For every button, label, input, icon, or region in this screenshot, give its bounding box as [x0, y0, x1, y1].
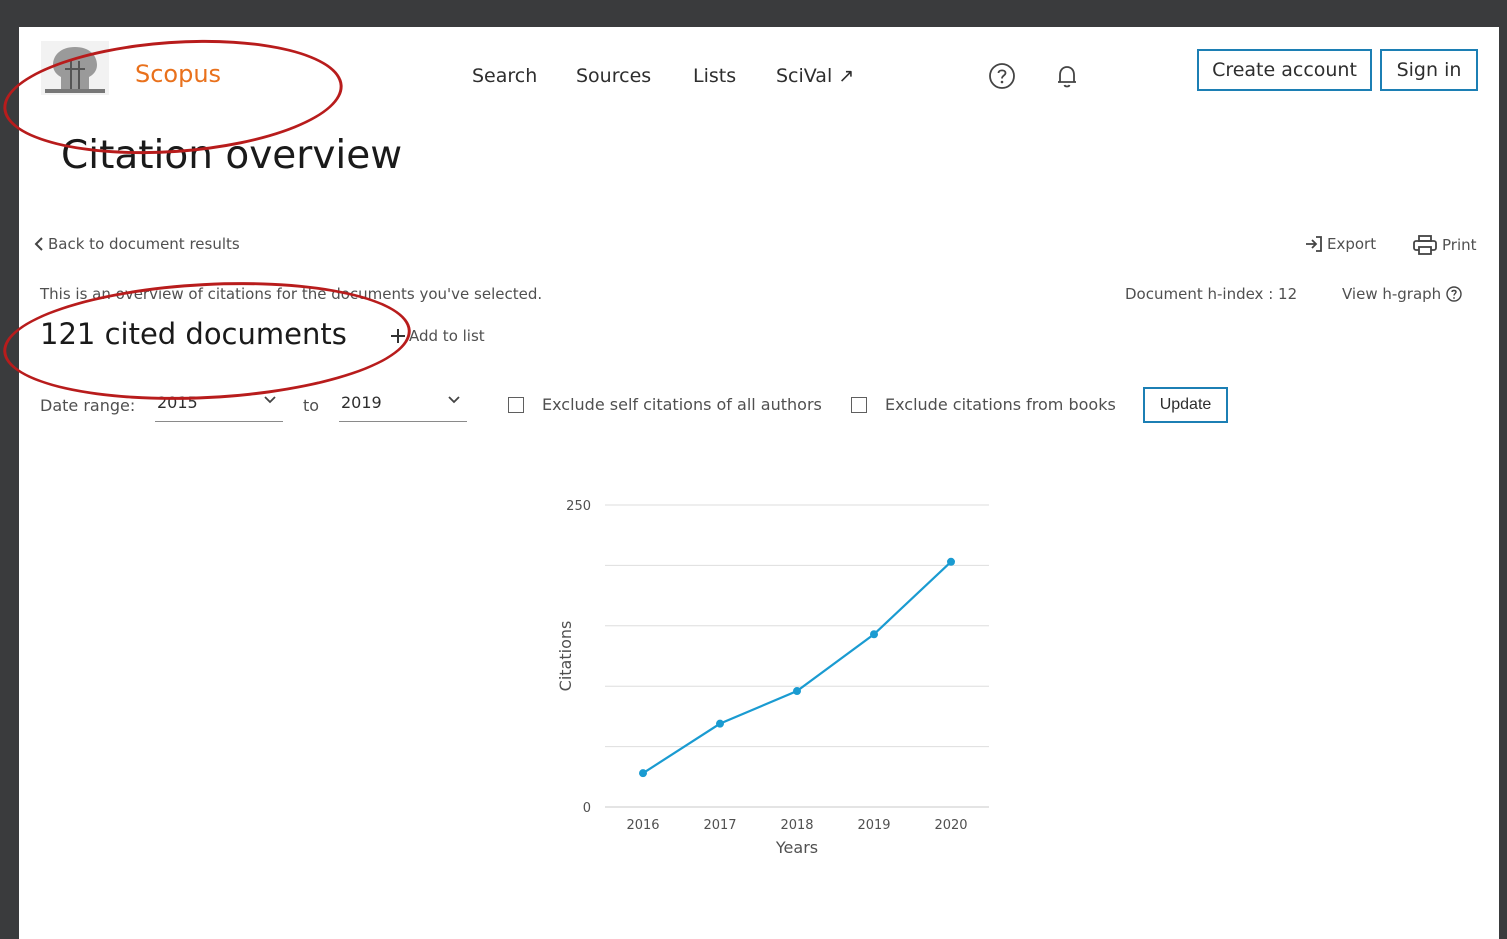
view-h-graph-link[interactable]: View h-graph: [1342, 285, 1463, 303]
create-account-button[interactable]: Create account: [1197, 49, 1372, 91]
page-frame: Scopus Search Sources Lists SciVal ↗ Cre…: [0, 27, 1499, 939]
document-h-index: Document h-index : 12: [1125, 285, 1298, 303]
bell-icon[interactable]: [1052, 61, 1082, 91]
data-point: [639, 769, 647, 778]
x-tick-label: 2018: [780, 818, 813, 833]
series-line: [642, 560, 952, 775]
date-to-value: 2019: [341, 393, 382, 412]
plus-icon: [391, 329, 405, 343]
date-from-select[interactable]: 2015: [155, 391, 283, 422]
exclude-books-label: Exclude citations from books: [885, 395, 1116, 414]
nav-search[interactable]: Search: [472, 65, 537, 87]
printer-icon: [1413, 235, 1437, 255]
y-tick-label: 250: [566, 499, 591, 514]
export-link[interactable]: Export: [1304, 235, 1376, 253]
scopus-brand[interactable]: Scopus: [135, 60, 221, 88]
exclude-self-citations-checkbox[interactable]: [508, 397, 524, 413]
x-tick-label: 2020: [934, 818, 967, 833]
back-link-label: Back to document results: [48, 235, 240, 253]
print-label: Print: [1442, 236, 1477, 254]
citations-chart: 0 250 2016 2017 2018 2019 2020 Years Citations: [556, 499, 989, 857]
export-label: Export: [1327, 235, 1377, 253]
x-axis-label: Years: [775, 838, 818, 857]
date-to-select[interactable]: 2019: [339, 391, 467, 422]
chevron-down-icon: [448, 396, 460, 404]
data-point: [870, 630, 878, 639]
update-button[interactable]: Update: [1143, 387, 1228, 423]
add-to-list-label: Add to list: [409, 327, 485, 345]
nav-scival[interactable]: SciVal ↗: [776, 65, 854, 87]
date-from-value: 2015: [157, 393, 198, 412]
help-circle-icon: [1446, 286, 1462, 302]
overview-description: This is an overview of citations for the…: [40, 285, 543, 303]
data-point: [793, 687, 801, 696]
nav-sources[interactable]: Sources: [576, 65, 651, 87]
to-label: to: [303, 396, 320, 415]
nav-lists[interactable]: Lists: [693, 65, 736, 87]
back-to-results-link[interactable]: Back to document results: [33, 235, 240, 253]
chevron-left-icon: [34, 237, 43, 251]
cited-documents-count: 121 cited documents: [40, 317, 347, 351]
print-link[interactable]: Print: [1412, 235, 1477, 255]
exclude-self-citations-label: Exclude self citations of all authors: [542, 395, 822, 414]
sign-in-button[interactable]: Sign in: [1380, 49, 1478, 91]
data-point: [947, 557, 955, 566]
elsevier-logo: [41, 41, 109, 95]
export-icon: [1306, 236, 1322, 252]
x-tick-label: 2017: [703, 818, 736, 833]
x-tick-label: 2019: [857, 818, 890, 833]
y-tick-label: 0: [583, 801, 591, 816]
view-h-graph-label: View h-graph: [1342, 285, 1442, 303]
exclude-books-checkbox[interactable]: [851, 397, 867, 413]
chevron-down-icon: [264, 396, 276, 404]
date-range-label: Date range:: [40, 396, 136, 415]
y-axis-label: Citations: [556, 621, 575, 692]
data-point: [716, 719, 724, 728]
x-tick-label: 2016: [626, 818, 659, 833]
page-title: Citation overview: [61, 133, 403, 178]
help-circle-icon[interactable]: [987, 61, 1017, 91]
add-to-list-link[interactable]: Add to list: [389, 327, 485, 345]
